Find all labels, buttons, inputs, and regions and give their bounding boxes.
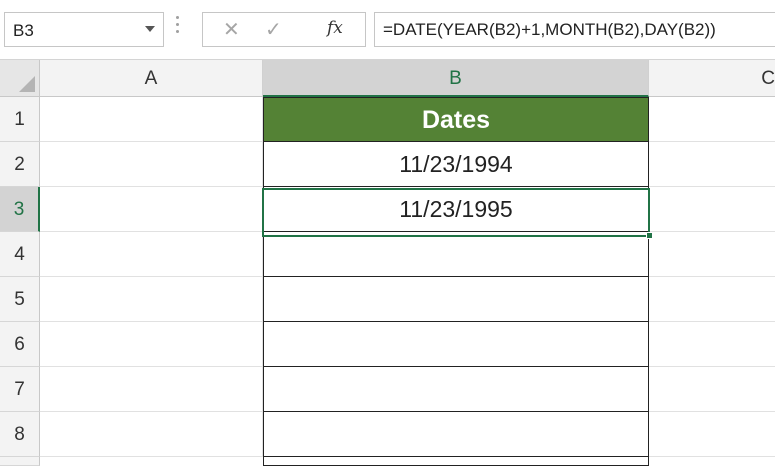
fill-handle[interactable] (646, 232, 653, 239)
cell-b9[interactable] (263, 457, 649, 466)
formula-input[interactable]: =DATE(YEAR(B2)+1,MONTH(B2),DAY(B2)) (374, 12, 775, 47)
cell-b3[interactable]: 11/23/1995 (263, 187, 649, 232)
row-header-6[interactable]: 6 (0, 322, 40, 367)
cell-b6[interactable] (263, 322, 649, 367)
cell-a7[interactable] (40, 367, 263, 412)
row-header-3[interactable]: 3 (0, 187, 40, 232)
cell-c5[interactable] (649, 277, 775, 322)
cell-b4[interactable] (263, 232, 649, 277)
cell-b2[interactable]: 11/23/1994 (263, 142, 649, 187)
cell-c6[interactable] (649, 322, 775, 367)
cell-a5[interactable] (40, 277, 263, 322)
formula-bar-grip-icon[interactable] (176, 16, 180, 44)
cell-c4[interactable] (649, 232, 775, 277)
name-box-value: B3 (13, 21, 34, 40)
column-header-a[interactable]: A (40, 60, 263, 97)
column-header-b[interactable]: B (263, 60, 649, 97)
name-box[interactable]: B3 (4, 12, 164, 47)
cell-b1[interactable]: Dates (263, 97, 649, 142)
row-header-9[interactable] (0, 457, 40, 466)
worksheet-grid: A B C 1 Dates 2 11/23/1994 3 11/23/1995 … (0, 60, 775, 466)
cell-c7[interactable] (649, 367, 775, 412)
column-header-c[interactable]: C (649, 60, 775, 97)
enter-icon[interactable]: ✓ (265, 17, 282, 42)
cell-c1[interactable] (649, 97, 775, 142)
select-all-triangle-icon (19, 76, 35, 92)
formula-bar: B3 ✕ ✓ fx =DATE(YEAR(B2)+1,MONTH(B2),DAY… (0, 0, 775, 60)
row-header-2[interactable]: 2 (0, 142, 40, 187)
formula-buttons: ✕ ✓ fx (202, 12, 366, 47)
chevron-down-icon[interactable] (145, 26, 155, 32)
cell-a8[interactable] (40, 412, 263, 457)
cell-a6[interactable] (40, 322, 263, 367)
cell-b7[interactable] (263, 367, 649, 412)
row-header-1[interactable]: 1 (0, 97, 40, 142)
row-header-5[interactable]: 5 (0, 277, 40, 322)
cell-b5[interactable] (263, 277, 649, 322)
row-header-8[interactable]: 8 (0, 412, 40, 457)
cell-a2[interactable] (40, 142, 263, 187)
cell-a1[interactable] (40, 97, 263, 142)
row-header-7[interactable]: 7 (0, 367, 40, 412)
insert-function-icon[interactable]: fx (327, 18, 343, 38)
cell-a3[interactable] (40, 187, 263, 232)
cell-b8[interactable] (263, 412, 649, 457)
cell-a4[interactable] (40, 232, 263, 277)
cell-c2[interactable] (649, 142, 775, 187)
cell-c8[interactable] (649, 412, 775, 457)
select-all-button[interactable] (0, 60, 40, 97)
formula-text: =DATE(YEAR(B2)+1,MONTH(B2),DAY(B2)) (383, 20, 716, 39)
cell-c3[interactable] (649, 187, 775, 232)
cancel-icon[interactable]: ✕ (223, 17, 240, 42)
row-header-4[interactable]: 4 (0, 232, 40, 277)
